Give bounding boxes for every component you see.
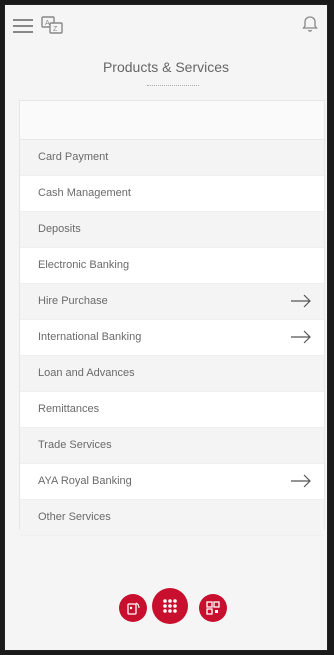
bottom-nav (5, 560, 327, 650)
title-divider (147, 85, 199, 86)
bell-icon[interactable] (301, 15, 319, 33)
list-item-loan-and-advances[interactable]: Loan and Advances (20, 356, 324, 392)
svg-text:A: A (45, 20, 50, 27)
main-menu-button[interactable] (152, 588, 188, 624)
list-item-hire-purchase[interactable]: Hire Purchase (20, 284, 324, 320)
list-item-cash-management[interactable]: Cash Management (20, 176, 324, 212)
list-item-aya-royal-banking[interactable]: AYA Royal Banking (20, 464, 324, 500)
list-header-spacer (20, 101, 324, 140)
qr-code-button[interactable] (199, 594, 227, 622)
list-item-electronic-banking[interactable]: Electronic Banking (20, 248, 324, 284)
list-item-international-banking[interactable]: International Banking (20, 320, 324, 356)
tap-card-button[interactable] (119, 594, 147, 622)
page-title: Products & Services (102, 59, 230, 75)
list-item-deposits[interactable]: Deposits (20, 212, 324, 248)
list-item-trade-services[interactable]: Trade Services (20, 428, 324, 464)
qr-code-icon (206, 601, 220, 615)
hamburger-menu-icon[interactable] (13, 19, 33, 33)
arrow-right-icon (291, 474, 311, 488)
list-item-card-payment[interactable]: Card Payment (20, 140, 324, 176)
top-bar: A Z (5, 5, 327, 45)
arrow-right-icon (291, 330, 311, 344)
grid-menu-icon (163, 599, 177, 613)
tap-card-icon (127, 602, 140, 615)
svg-text:Z: Z (53, 26, 58, 33)
app-screen: A Z Products & Services Card Payment Cas… (4, 4, 328, 651)
list-item-remittances[interactable]: Remittances (20, 392, 324, 428)
products-list: Card Payment Cash Management Deposits El… (19, 100, 325, 536)
list-item-other-services[interactable]: Other Services (20, 500, 324, 536)
arrow-right-icon (291, 294, 311, 308)
translate-icon[interactable]: A Z (41, 15, 63, 35)
